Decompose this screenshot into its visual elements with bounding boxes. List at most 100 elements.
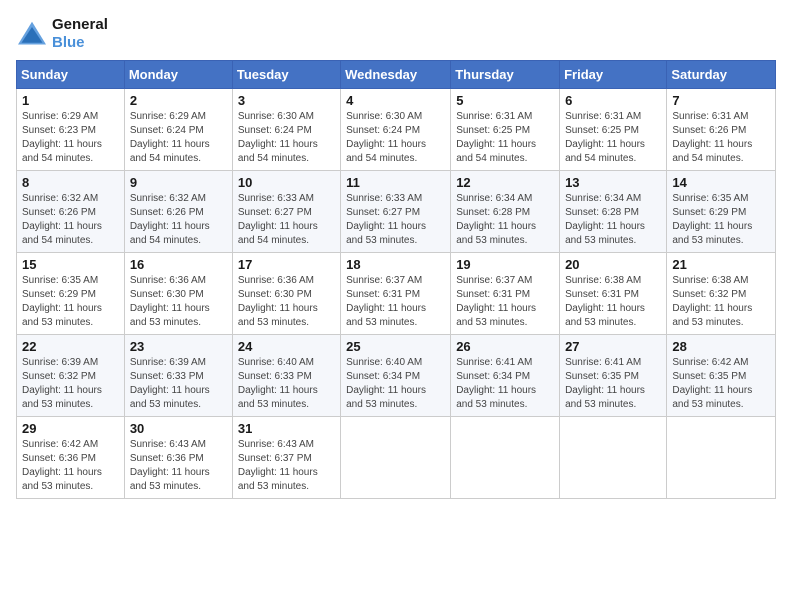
day-number: 2 — [130, 93, 227, 108]
calendar-day-cell: 3 Sunrise: 6:30 AMSunset: 6:24 PMDayligh… — [232, 89, 340, 171]
day-number: 20 — [565, 257, 661, 272]
day-info: Sunrise: 6:41 AMSunset: 6:35 PMDaylight:… — [565, 357, 645, 410]
day-number: 9 — [130, 175, 227, 190]
calendar-week-row: 15 Sunrise: 6:35 AMSunset: 6:29 PMDaylig… — [17, 253, 776, 335]
calendar-day-cell: 25 Sunrise: 6:40 AMSunset: 6:34 PMDaylig… — [341, 335, 451, 417]
calendar-day-cell: 15 Sunrise: 6:35 AMSunset: 6:29 PMDaylig… — [17, 253, 125, 335]
day-info: Sunrise: 6:37 AMSunset: 6:31 PMDaylight:… — [456, 275, 536, 328]
calendar-day-cell — [667, 417, 776, 499]
calendar-day-header: Tuesday — [232, 61, 340, 89]
day-number: 23 — [130, 339, 227, 354]
day-info: Sunrise: 6:39 AMSunset: 6:32 PMDaylight:… — [22, 357, 102, 410]
day-info: Sunrise: 6:35 AMSunset: 6:29 PMDaylight:… — [672, 193, 752, 246]
day-number: 10 — [238, 175, 335, 190]
calendar-day-header: Sunday — [17, 61, 125, 89]
day-number: 13 — [565, 175, 661, 190]
day-info: Sunrise: 6:43 AMSunset: 6:37 PMDaylight:… — [238, 439, 318, 492]
day-info: Sunrise: 6:41 AMSunset: 6:34 PMDaylight:… — [456, 357, 536, 410]
calendar-day-cell: 6 Sunrise: 6:31 AMSunset: 6:25 PMDayligh… — [560, 89, 667, 171]
day-number: 30 — [130, 421, 227, 436]
calendar-week-row: 29 Sunrise: 6:42 AMSunset: 6:36 PMDaylig… — [17, 417, 776, 499]
day-info: Sunrise: 6:30 AMSunset: 6:24 PMDaylight:… — [238, 111, 318, 164]
day-number: 21 — [672, 257, 770, 272]
day-number: 11 — [346, 175, 445, 190]
calendar-day-cell: 16 Sunrise: 6:36 AMSunset: 6:30 PMDaylig… — [124, 253, 232, 335]
calendar-week-row: 8 Sunrise: 6:32 AMSunset: 6:26 PMDayligh… — [17, 171, 776, 253]
day-number: 6 — [565, 93, 661, 108]
day-info: Sunrise: 6:33 AMSunset: 6:27 PMDaylight:… — [346, 193, 426, 246]
day-number: 8 — [22, 175, 119, 190]
day-info: Sunrise: 6:30 AMSunset: 6:24 PMDaylight:… — [346, 111, 426, 164]
calendar-day-header: Thursday — [451, 61, 560, 89]
day-info: Sunrise: 6:36 AMSunset: 6:30 PMDaylight:… — [238, 275, 318, 328]
day-info: Sunrise: 6:39 AMSunset: 6:33 PMDaylight:… — [130, 357, 210, 410]
calendar-day-cell: 10 Sunrise: 6:33 AMSunset: 6:27 PMDaylig… — [232, 171, 340, 253]
calendar-day-cell: 28 Sunrise: 6:42 AMSunset: 6:35 PMDaylig… — [667, 335, 776, 417]
calendar-day-cell: 31 Sunrise: 6:43 AMSunset: 6:37 PMDaylig… — [232, 417, 340, 499]
calendar-day-header: Monday — [124, 61, 232, 89]
day-number: 7 — [672, 93, 770, 108]
calendar-day-header: Saturday — [667, 61, 776, 89]
calendar-day-cell: 12 Sunrise: 6:34 AMSunset: 6:28 PMDaylig… — [451, 171, 560, 253]
day-number: 1 — [22, 93, 119, 108]
calendar-day-cell: 23 Sunrise: 6:39 AMSunset: 6:33 PMDaylig… — [124, 335, 232, 417]
day-info: Sunrise: 6:33 AMSunset: 6:27 PMDaylight:… — [238, 193, 318, 246]
calendar-day-cell: 20 Sunrise: 6:38 AMSunset: 6:31 PMDaylig… — [560, 253, 667, 335]
day-number: 16 — [130, 257, 227, 272]
day-info: Sunrise: 6:31 AMSunset: 6:25 PMDaylight:… — [456, 111, 536, 164]
page-header: General Blue — [16, 16, 776, 52]
day-number: 29 — [22, 421, 119, 436]
day-number: 19 — [456, 257, 554, 272]
calendar-day-cell: 7 Sunrise: 6:31 AMSunset: 6:26 PMDayligh… — [667, 89, 776, 171]
day-info: Sunrise: 6:42 AMSunset: 6:36 PMDaylight:… — [22, 439, 102, 492]
day-number: 27 — [565, 339, 661, 354]
calendar-day-cell: 1 Sunrise: 6:29 AMSunset: 6:23 PMDayligh… — [17, 89, 125, 171]
calendar-day-cell: 21 Sunrise: 6:38 AMSunset: 6:32 PMDaylig… — [667, 253, 776, 335]
calendar-day-cell: 19 Sunrise: 6:37 AMSunset: 6:31 PMDaylig… — [451, 253, 560, 335]
day-number: 18 — [346, 257, 445, 272]
logo-text: General Blue — [52, 16, 108, 52]
calendar-day-cell — [560, 417, 667, 499]
logo-icon — [16, 20, 48, 48]
calendar-day-cell: 14 Sunrise: 6:35 AMSunset: 6:29 PMDaylig… — [667, 171, 776, 253]
day-number: 5 — [456, 93, 554, 108]
day-number: 17 — [238, 257, 335, 272]
calendar-day-cell: 27 Sunrise: 6:41 AMSunset: 6:35 PMDaylig… — [560, 335, 667, 417]
day-number: 31 — [238, 421, 335, 436]
calendar-day-cell: 5 Sunrise: 6:31 AMSunset: 6:25 PMDayligh… — [451, 89, 560, 171]
day-info: Sunrise: 6:31 AMSunset: 6:26 PMDaylight:… — [672, 111, 752, 164]
day-info: Sunrise: 6:37 AMSunset: 6:31 PMDaylight:… — [346, 275, 426, 328]
day-info: Sunrise: 6:35 AMSunset: 6:29 PMDaylight:… — [22, 275, 102, 328]
day-info: Sunrise: 6:36 AMSunset: 6:30 PMDaylight:… — [130, 275, 210, 328]
day-number: 3 — [238, 93, 335, 108]
day-number: 24 — [238, 339, 335, 354]
day-info: Sunrise: 6:32 AMSunset: 6:26 PMDaylight:… — [130, 193, 210, 246]
day-info: Sunrise: 6:38 AMSunset: 6:32 PMDaylight:… — [672, 275, 752, 328]
day-number: 14 — [672, 175, 770, 190]
calendar-week-row: 1 Sunrise: 6:29 AMSunset: 6:23 PMDayligh… — [17, 89, 776, 171]
day-info: Sunrise: 6:38 AMSunset: 6:31 PMDaylight:… — [565, 275, 645, 328]
calendar-day-cell: 29 Sunrise: 6:42 AMSunset: 6:36 PMDaylig… — [17, 417, 125, 499]
calendar-day-header: Wednesday — [341, 61, 451, 89]
calendar-day-cell: 2 Sunrise: 6:29 AMSunset: 6:24 PMDayligh… — [124, 89, 232, 171]
day-info: Sunrise: 6:29 AMSunset: 6:23 PMDaylight:… — [22, 111, 102, 164]
calendar-day-cell: 18 Sunrise: 6:37 AMSunset: 6:31 PMDaylig… — [341, 253, 451, 335]
calendar-day-cell: 9 Sunrise: 6:32 AMSunset: 6:26 PMDayligh… — [124, 171, 232, 253]
day-info: Sunrise: 6:29 AMSunset: 6:24 PMDaylight:… — [130, 111, 210, 164]
day-number: 25 — [346, 339, 445, 354]
calendar-table: SundayMondayTuesdayWednesdayThursdayFrid… — [16, 60, 776, 499]
day-info: Sunrise: 6:40 AMSunset: 6:34 PMDaylight:… — [346, 357, 426, 410]
day-info: Sunrise: 6:34 AMSunset: 6:28 PMDaylight:… — [565, 193, 645, 246]
day-number: 12 — [456, 175, 554, 190]
day-info: Sunrise: 6:43 AMSunset: 6:36 PMDaylight:… — [130, 439, 210, 492]
calendar-day-cell: 22 Sunrise: 6:39 AMSunset: 6:32 PMDaylig… — [17, 335, 125, 417]
calendar-header: SundayMondayTuesdayWednesdayThursdayFrid… — [17, 61, 776, 89]
day-info: Sunrise: 6:32 AMSunset: 6:26 PMDaylight:… — [22, 193, 102, 246]
calendar-day-cell: 30 Sunrise: 6:43 AMSunset: 6:36 PMDaylig… — [124, 417, 232, 499]
calendar-day-cell: 11 Sunrise: 6:33 AMSunset: 6:27 PMDaylig… — [341, 171, 451, 253]
calendar-day-cell — [451, 417, 560, 499]
calendar-day-cell: 13 Sunrise: 6:34 AMSunset: 6:28 PMDaylig… — [560, 171, 667, 253]
day-number: 22 — [22, 339, 119, 354]
day-info: Sunrise: 6:31 AMSunset: 6:25 PMDaylight:… — [565, 111, 645, 164]
calendar-day-cell — [341, 417, 451, 499]
